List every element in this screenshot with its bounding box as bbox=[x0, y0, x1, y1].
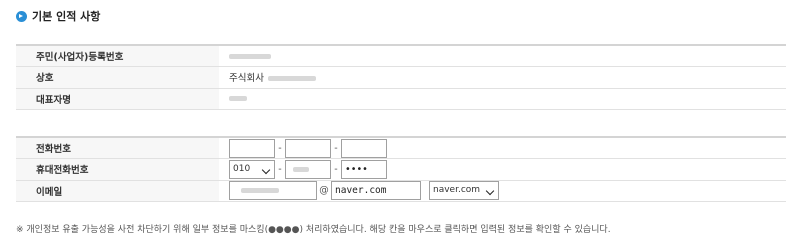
email-label: 이메일 bbox=[16, 180, 219, 202]
phone-separator: - bbox=[278, 142, 282, 154]
basic-info-table: 주민(사업자)등록번호 상호 주식회사 대표자명 bbox=[16, 44, 786, 110]
mobile-part3-input[interactable]: •••• bbox=[341, 159, 387, 179]
rrn-value[interactable] bbox=[219, 44, 786, 67]
at-symbol: @ bbox=[319, 185, 329, 197]
table-row: 주민(사업자)등록번호 bbox=[16, 44, 786, 67]
masked-value bbox=[229, 53, 271, 59]
table-row: 전화번호 -- bbox=[16, 136, 786, 159]
mobile-label: 휴대전화번호 bbox=[16, 158, 219, 181]
mobile-prefix-select[interactable]: 010 bbox=[229, 159, 275, 179]
mobile-separator: - bbox=[278, 163, 282, 175]
phone-separator: - bbox=[334, 142, 338, 154]
masked-value bbox=[293, 166, 309, 172]
email-fields: @ naver.com naver.com bbox=[219, 180, 786, 202]
masking-notice: ※ 개인정보 유출 가능성을 사전 차단하기 위해 일부 정보를 마스킹(●●●… bbox=[16, 225, 611, 235]
email-domain-select[interactable]: naver.com bbox=[429, 181, 499, 201]
masked-value bbox=[268, 76, 316, 82]
email-domain-input[interactable]: naver.com bbox=[331, 181, 421, 201]
rrn-label: 주민(사업자)등록번호 bbox=[16, 44, 219, 67]
phone-part1-input[interactable] bbox=[229, 138, 275, 158]
phone-part2-input[interactable] bbox=[285, 138, 331, 158]
section-header: 기본 인적 사항 bbox=[16, 8, 100, 24]
chevron-down-icon bbox=[485, 187, 495, 196]
arrow-circle-icon bbox=[16, 10, 27, 22]
email-id-input[interactable] bbox=[229, 181, 317, 201]
section-title: 기본 인적 사항 bbox=[32, 10, 101, 23]
mobile-fields: 010- - •••• bbox=[219, 158, 786, 181]
table-row: 휴대전화번호 010- - •••• bbox=[16, 158, 786, 181]
company-label: 상호 bbox=[16, 66, 219, 89]
contact-info-table: 전화번호 -- 휴대전화번호 010- - •••• 이메일 @ naver.com n… bbox=[16, 136, 786, 202]
ceo-name-label: 대표자명 bbox=[16, 88, 219, 110]
mobile-prefix-value: 010 bbox=[233, 163, 251, 174]
masked-value bbox=[229, 96, 247, 102]
table-row: 상호 주식회사 bbox=[16, 66, 786, 89]
phone-part3-input[interactable] bbox=[341, 138, 387, 158]
table-row: 대표자명 bbox=[16, 88, 786, 110]
company-value[interactable]: 주식회사 bbox=[219, 66, 786, 89]
masked-value bbox=[241, 188, 279, 194]
mobile-part2-input[interactable] bbox=[285, 159, 331, 179]
email-domain-select-value: naver.com bbox=[433, 185, 481, 196]
phone-label: 전화번호 bbox=[16, 136, 219, 159]
chevron-down-icon bbox=[261, 165, 271, 174]
ceo-name-value[interactable] bbox=[219, 88, 786, 110]
company-prefix: 주식회사 bbox=[229, 73, 264, 85]
phone-fields: -- bbox=[219, 136, 786, 159]
table-row: 이메일 @ naver.com naver.com bbox=[16, 180, 786, 202]
mobile-separator: - bbox=[334, 163, 338, 175]
